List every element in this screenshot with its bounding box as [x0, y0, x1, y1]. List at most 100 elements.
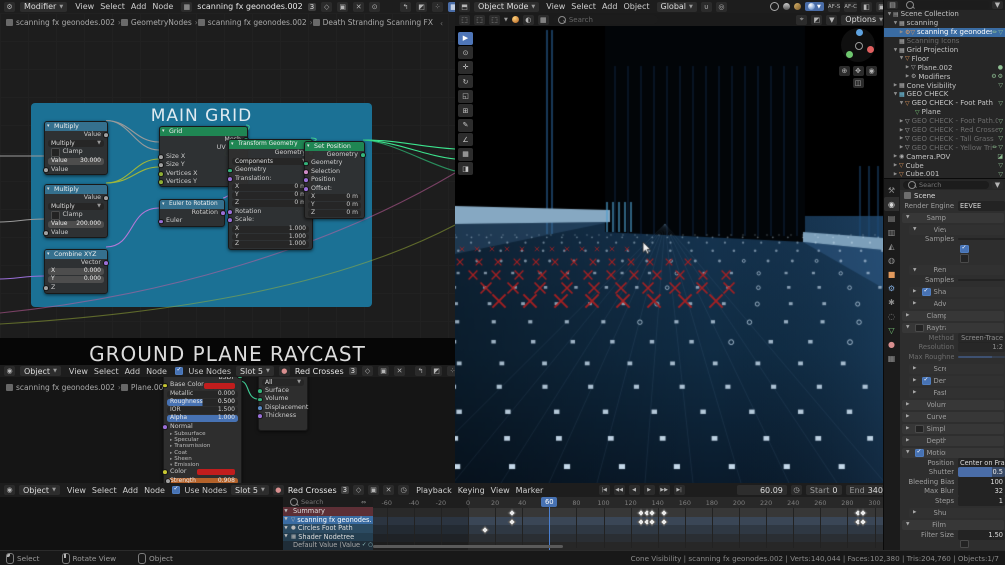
- tool-icon-1[interactable]: ⬚: [459, 14, 470, 25]
- geo-mode-dropdown[interactable]: Modifier ▼: [20, 1, 68, 12]
- row-value[interactable]: 0.5: [958, 467, 1005, 478]
- clamp-row[interactable]: Clamp: [45, 148, 107, 157]
- outliner-row[interactable]: ▶ ▽ Plane.002 ●: [884, 63, 1005, 72]
- translation-field[interactable]: X0 m: [232, 183, 309, 192]
- node-header[interactable]: Combine XYZ: [45, 250, 107, 259]
- measure-tool[interactable]: ∠: [458, 133, 473, 146]
- socket-in[interactable]: Displacement: [259, 404, 308, 412]
- properties-row[interactable]: ▶ Advanced: [909, 298, 1004, 309]
- outliner-row[interactable]: ▶ ▦ Cone Visibility ▽: [884, 81, 1005, 90]
- row-value[interactable]: 1:2: [958, 342, 1005, 353]
- dope-channel-row[interactable]: ▼ ▦ Shader Nodetree: [283, 532, 373, 541]
- af-s-button[interactable]: AF-S: [827, 1, 841, 12]
- properties-row[interactable]: ▼ Viewport: [909, 224, 1004, 235]
- node-set-position[interactable]: Set Position Geometry GeometrySelectionP…: [304, 141, 365, 219]
- tab-output[interactable]: ▤: [884, 211, 899, 225]
- properties-row[interactable]: ▼ Sampling: [902, 212, 1004, 223]
- socket-out-geometry[interactable]: Geometry: [305, 151, 364, 159]
- tab-particles[interactable]: ✱: [884, 295, 899, 309]
- fake-user-icon[interactable]: ▣: [378, 366, 390, 376]
- row-checkbox[interactable]: [915, 323, 924, 333]
- editor-type-icon[interactable]: ⚙: [4, 1, 15, 12]
- properties-search-input[interactable]: Search: [903, 180, 989, 189]
- filter-icon[interactable]: ▼: [992, 1, 1003, 9]
- emission-color-swatch[interactable]: [197, 469, 235, 476]
- scale-field[interactable]: X 1.000: [232, 225, 309, 233]
- shader-mode-dropdown[interactable]: Object ▼: [19, 485, 60, 495]
- next-keyframe-button[interactable]: ▶▶: [658, 485, 670, 495]
- row-checkbox[interactable]: [960, 254, 969, 263]
- frame-start-field[interactable]: Start 0: [805, 485, 842, 495]
- bsdf-slider[interactable]: Alpha 1.000: [167, 414, 238, 422]
- row-checkbox[interactable]: [915, 424, 924, 433]
- editor-type-icon[interactable]: ⬒: [459, 1, 470, 12]
- tool-icon-5[interactable]: ▦: [537, 14, 549, 25]
- shader-node-canvas[interactable]: scanning fx geonodes.002›Plane.005›Red C…: [0, 377, 455, 483]
- node-tree-name[interactable]: scanning fx geonodes.002: [197, 2, 302, 11]
- bsdf-slider[interactable]: IOR 1.500: [167, 406, 238, 414]
- fake-user-icon[interactable]: ▣: [368, 485, 380, 495]
- shading-rendered-icon[interactable]: ▼: [804, 2, 824, 11]
- options-dropdown[interactable]: Options ▼: [841, 14, 887, 25]
- outliner-row[interactable]: ▶ ▽ GEO CHECK - Red Crosses ▽: [884, 126, 1005, 135]
- row-value[interactable]: [958, 279, 1005, 282]
- shield-icon[interactable]: ◇: [321, 1, 333, 12]
- shield-icon[interactable]: ◇: [362, 366, 374, 376]
- properties-row[interactable]: ▼ Raytracing: [902, 322, 1004, 333]
- properties-row[interactable]: Max Roughness: [900, 352, 1005, 362]
- operation-dropdown[interactable]: Multiply ▼: [48, 140, 104, 148]
- unlink-icon[interactable]: ✕: [383, 485, 395, 495]
- users-count-badge[interactable]: 3: [307, 2, 317, 11]
- properties-row[interactable]: ▶ Curves: [902, 411, 1004, 422]
- shader-mode-dropdown[interactable]: Object ▼: [20, 366, 61, 376]
- outliner-row[interactable]: ▼ ▦ GEO CHECK: [884, 90, 1005, 99]
- properties-row[interactable]: Samples: [900, 235, 1005, 245]
- node-euler-to-rotation[interactable]: Euler to Rotation Rotation Euler: [159, 199, 225, 227]
- prev-keyframe-button[interactable]: ◀◀: [613, 485, 625, 495]
- use-nodes-checkbox[interactable]: [171, 485, 181, 495]
- properties-row[interactable]: ▶ Denoising: [909, 375, 1004, 386]
- outliner-row[interactable]: ▶ ⚙ Modifiers ⚙⚙: [884, 72, 1005, 81]
- tab-material[interactable]: ●: [884, 337, 899, 351]
- properties-row[interactable]: ▼ Film: [902, 519, 1004, 530]
- properties-row[interactable]: ▼ Motion Blur: [902, 447, 1004, 458]
- matcap-ball-icon[interactable]: [511, 16, 519, 23]
- dope-channel-row[interactable]: ▼ Summary: [283, 507, 373, 516]
- dope-editor-icon[interactable]: ◷: [398, 485, 410, 495]
- users-count-badge[interactable]: 3: [340, 486, 350, 494]
- editor-type-icon[interactable]: ◉: [4, 485, 15, 495]
- menu-item[interactable]: Node: [149, 2, 176, 11]
- properties-row[interactable]: ▶ Clamping: [902, 310, 1004, 321]
- socket-in[interactable]: Position: [305, 176, 364, 184]
- dope-search-input[interactable]: Search ⇔: [285, 498, 371, 506]
- row-value[interactable]: Center on Frame: [958, 457, 1005, 468]
- dope-h-scrollbar[interactable]: [373, 545, 563, 548]
- menu-item[interactable]: View: [488, 486, 513, 495]
- tab-physics[interactable]: ◌: [884, 309, 899, 323]
- socket-in[interactable]: Surface: [259, 387, 307, 395]
- menu-item[interactable]: Add: [122, 367, 144, 376]
- translation-field[interactable]: Z0 m: [232, 199, 309, 207]
- row-value[interactable]: Screen-Trace: [958, 332, 1005, 343]
- menu-item[interactable]: View: [543, 2, 568, 11]
- material-icon[interactable]: ●: [272, 485, 284, 495]
- properties-row[interactable]: ▶ Shutter Curve: [909, 507, 1004, 518]
- overlay-icon[interactable]: ◩: [431, 366, 443, 376]
- properties-row[interactable]: ▶ Simplify: [902, 423, 1004, 434]
- outliner-row[interactable]: ▼ ▦ scanning: [884, 19, 1005, 28]
- outliner-row[interactable]: ▶ ▽ GEO CHECK - Tall Grass ▽: [884, 134, 1005, 143]
- outliner-row[interactable]: ▼ ▽ GEO CHECK - Foot Path ▽: [884, 99, 1005, 108]
- socket-in-rotation[interactable]: Rotation: [229, 208, 312, 216]
- pan-icon[interactable]: ✥: [852, 66, 864, 76]
- gizmo-toggle-icon[interactable]: ⌖: [796, 14, 808, 25]
- scale-tool[interactable]: ◱: [458, 89, 473, 103]
- dope-channel-row[interactable]: Default Value (Value ✓ ○: [283, 541, 373, 550]
- properties-row[interactable]: Jittered Shadows: [900, 254, 1005, 264]
- tool-icon-2[interactable]: ⬚: [474, 14, 485, 25]
- properties-row[interactable]: Position Center on Frame: [900, 457, 1005, 468]
- node-header[interactable]: Multiply: [45, 122, 107, 131]
- menu-item[interactable]: Select: [97, 2, 128, 11]
- row-value[interactable]: [958, 238, 1005, 241]
- menu-item[interactable]: Playback: [413, 486, 455, 495]
- slot-dropdown[interactable]: Slot 5 ▼: [231, 485, 269, 495]
